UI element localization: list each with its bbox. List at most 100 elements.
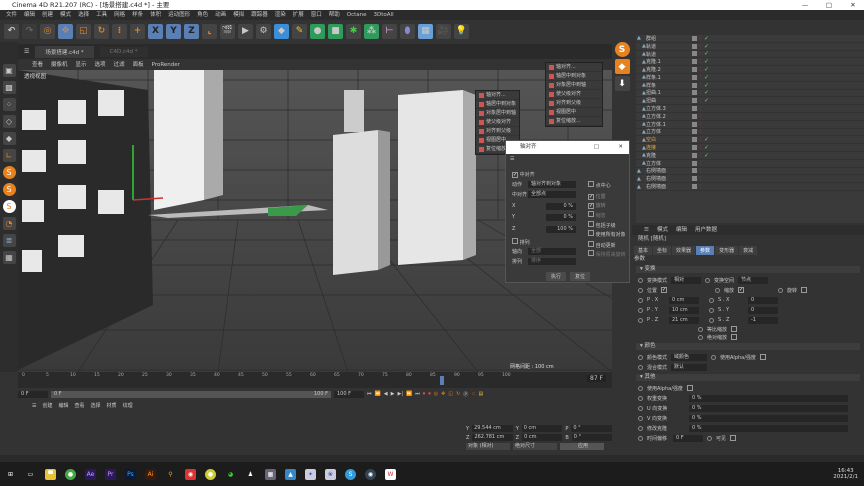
absolute-checkbox[interactable] — [731, 334, 738, 340]
visibility-toggle[interactable] — [692, 168, 697, 174]
tab-scene[interactable]: 场景搭建.c4d * — [35, 45, 94, 58]
enabled-check[interactable]: ✓ — [704, 43, 709, 50]
tab-c4d[interactable]: C4D.c4d * — [99, 46, 148, 57]
undo-icon[interactable]: ↶ — [4, 23, 19, 39]
anim-dot[interactable] — [705, 277, 711, 283]
axis-select[interactable]: 全部 — [528, 248, 576, 255]
weight-field[interactable]: 0 % — [689, 394, 719, 402]
align-menu-item[interactable]: 轴居中到对象 — [546, 72, 602, 81]
object-row[interactable]: ▲ 右侧墙面: — [636, 167, 864, 176]
mograph-icon[interactable]: ✱ — [346, 23, 361, 39]
material-menu-icon[interactable]: ☰ — [32, 401, 36, 411]
move-tool-icon[interactable]: ✥ — [58, 23, 73, 39]
visibility-toggle[interactable] — [692, 59, 697, 65]
visibility-toggle[interactable] — [692, 160, 697, 166]
object-row[interactable]: ▲ 样条: ✓ — [636, 82, 864, 90]
execute-button[interactable]: 执行 — [546, 272, 567, 281]
drop-to-floor-icon[interactable]: ⬇ — [614, 76, 630, 91]
render-dots[interactable]: : — [699, 144, 701, 151]
object-row[interactable]: ▲ 群组: ✓ — [636, 35, 864, 43]
illustrator-icon[interactable]: Ai — [145, 468, 156, 480]
floor-icon[interactable]: ▦ — [418, 23, 433, 39]
light-icon[interactable]: 💡 — [454, 23, 469, 39]
visibility-toggle[interactable] — [692, 67, 697, 73]
timeline-ruler[interactable]: 0 5 10 15 20 25 30 35 40 45 50 55 60 65 70 75 80 85 90 95 10… — [18, 372, 612, 388]
anim-dot[interactable] — [638, 287, 643, 293]
render-region-icon[interactable]: 🎬 — [220, 23, 235, 39]
field-icon[interactable]: ⬮ — [400, 23, 415, 39]
object-row[interactable]: ▲ 克隆.2: ✓ — [636, 66, 864, 74]
render-dots[interactable]: : — [699, 58, 701, 65]
render-dots[interactable]: : — [699, 105, 701, 112]
scale-checkbox[interactable]: ✓ — [738, 287, 745, 293]
sy-field[interactable]: 0 — [748, 306, 778, 314]
anim-dot[interactable] — [638, 354, 643, 360]
object-row[interactable]: ▲ 轨道: ✓ — [636, 50, 864, 59]
sx-field[interactable]: 0 — [748, 296, 778, 304]
key-param-icon[interactable]: Ⓟ — [463, 391, 468, 398]
attribute-tab[interactable]: 变形器 — [715, 246, 739, 255]
x-axis-lock[interactable]: X — [148, 23, 163, 39]
key-icon[interactable]: ◎ — [434, 391, 438, 397]
range-slider[interactable]: 0 F 100 F — [51, 390, 331, 398]
anim-dot[interactable] — [638, 425, 643, 431]
visibility-toggle[interactable] — [692, 82, 697, 88]
anim-dot[interactable] — [709, 317, 714, 323]
autokey-icon[interactable]: ⏺ — [428, 391, 431, 397]
material-menu-item[interactable]: 选择 — [91, 401, 101, 411]
anim-dot[interactable] — [638, 317, 643, 323]
object-row[interactable]: ▲ 空白: ✓ — [636, 136, 864, 145]
app-blue-icon[interactable]: ❀ — [325, 468, 336, 480]
anim-dot[interactable] — [778, 287, 784, 293]
menu-item[interactable]: 编辑 — [24, 10, 35, 20]
current-frame-field[interactable]: 87 F — [587, 375, 606, 382]
camera-icon[interactable]: 🎥 — [436, 23, 451, 39]
visibility-toggle[interactable] — [692, 106, 697, 112]
material-menu-item[interactable]: 查看 — [75, 401, 85, 411]
enabled-check[interactable]: ✓ — [704, 152, 709, 159]
mid-align-select[interactable]: 全部点 — [528, 191, 576, 198]
object-row[interactable]: ▲ 扭曲: ✓ — [636, 97, 864, 106]
menu-item[interactable]: 运动图形 — [168, 10, 190, 20]
anim-dot[interactable] — [709, 297, 714, 303]
render-dots[interactable]: : — [699, 97, 701, 104]
anim-dot[interactable] — [638, 415, 643, 421]
sogou-icon[interactable]: S — [345, 468, 356, 480]
align-menu-item[interactable]: 轴对齐... — [546, 63, 602, 72]
start-icon[interactable]: ⊞ — [5, 469, 16, 480]
align-menu-item[interactable]: 视图居中 — [546, 108, 602, 117]
anim-dot[interactable] — [638, 435, 643, 441]
visibility-toggle[interactable] — [692, 152, 697, 158]
cinema4d-icon[interactable]: ◉ — [365, 468, 376, 480]
playhead[interactable] — [439, 376, 444, 385]
render-view-icon[interactable]: ▶ — [238, 23, 253, 39]
render-dots[interactable]: : — [699, 128, 701, 135]
render-dots[interactable]: : — [699, 152, 701, 158]
u-slider[interactable] — [717, 404, 848, 412]
viewport-menu-item[interactable]: 面板 — [133, 60, 144, 70]
next-key-icon[interactable]: ⏩ — [406, 391, 412, 397]
render-dots[interactable]: : — [699, 113, 701, 119]
menu-item[interactable]: 选择 — [78, 10, 89, 20]
anim-dot[interactable] — [638, 405, 643, 411]
texture-mode-icon[interactable]: ▩ — [2, 81, 16, 94]
render-dots[interactable]: : — [699, 89, 701, 96]
visibility-toggle[interactable] — [692, 113, 697, 119]
anim-dot[interactable] — [715, 287, 721, 293]
calculator-icon[interactable]: ▦ — [265, 468, 276, 480]
viewport-menu-item[interactable]: 显示 — [76, 60, 87, 70]
material-menu-item[interactable]: 创建 — [42, 401, 52, 411]
visibility-toggle[interactable] — [692, 74, 697, 80]
key-position-icon[interactable]: ✥ — [441, 391, 445, 397]
pen-icon[interactable]: ✎ — [292, 23, 307, 39]
object-row[interactable]: ▲ 扭曲.1: ✓ — [636, 89, 864, 98]
app-yellow-icon[interactable]: ● — [205, 468, 216, 480]
viewport-menu-item[interactable]: ProRender — [152, 60, 180, 70]
keep-rotation-checkbox[interactable]: 保持原来旋转 — [588, 250, 626, 258]
visibility-toggle[interactable] — [692, 129, 697, 135]
visibility-toggle[interactable] — [692, 35, 697, 41]
subdivision-icon[interactable]: ● — [310, 23, 325, 39]
enabled-check[interactable]: ✓ — [704, 35, 709, 42]
attribute-tab[interactable]: 衰减 — [739, 246, 758, 255]
layer-icon[interactable]: ≣ — [2, 234, 16, 247]
